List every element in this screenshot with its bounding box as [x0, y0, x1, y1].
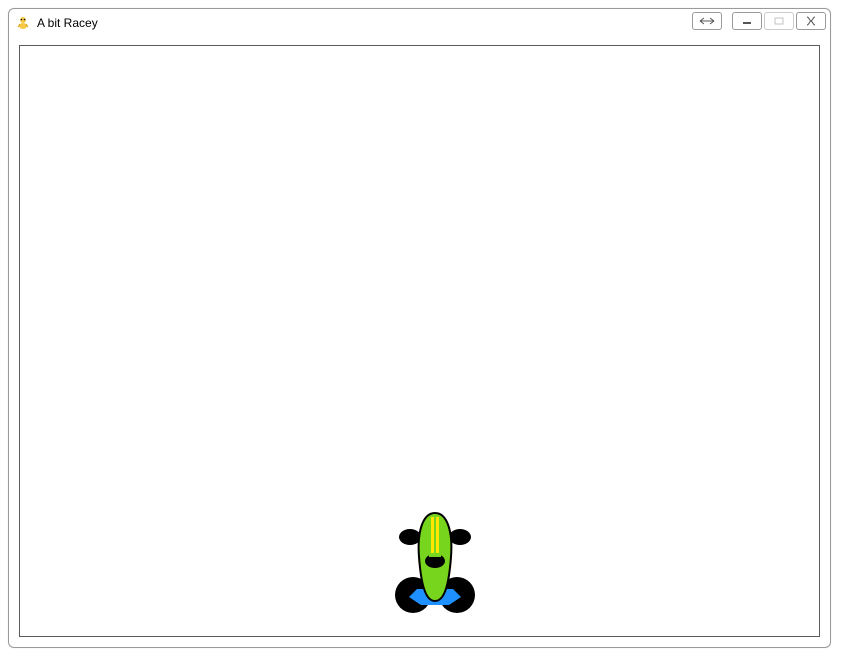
minimize-button[interactable] [732, 12, 762, 30]
window-frame: A bit Racey [8, 8, 831, 648]
maximize-button [764, 12, 794, 30]
window-controls [692, 12, 826, 30]
game-canvas[interactable] [20, 46, 819, 636]
client-area [19, 45, 820, 637]
window-title: A bit Racey [37, 15, 98, 31]
app-icon [15, 15, 31, 31]
titlebar[interactable]: A bit Racey [9, 9, 830, 37]
player-car [395, 509, 475, 619]
close-button[interactable] [796, 12, 826, 30]
nav-button[interactable] [692, 12, 722, 30]
